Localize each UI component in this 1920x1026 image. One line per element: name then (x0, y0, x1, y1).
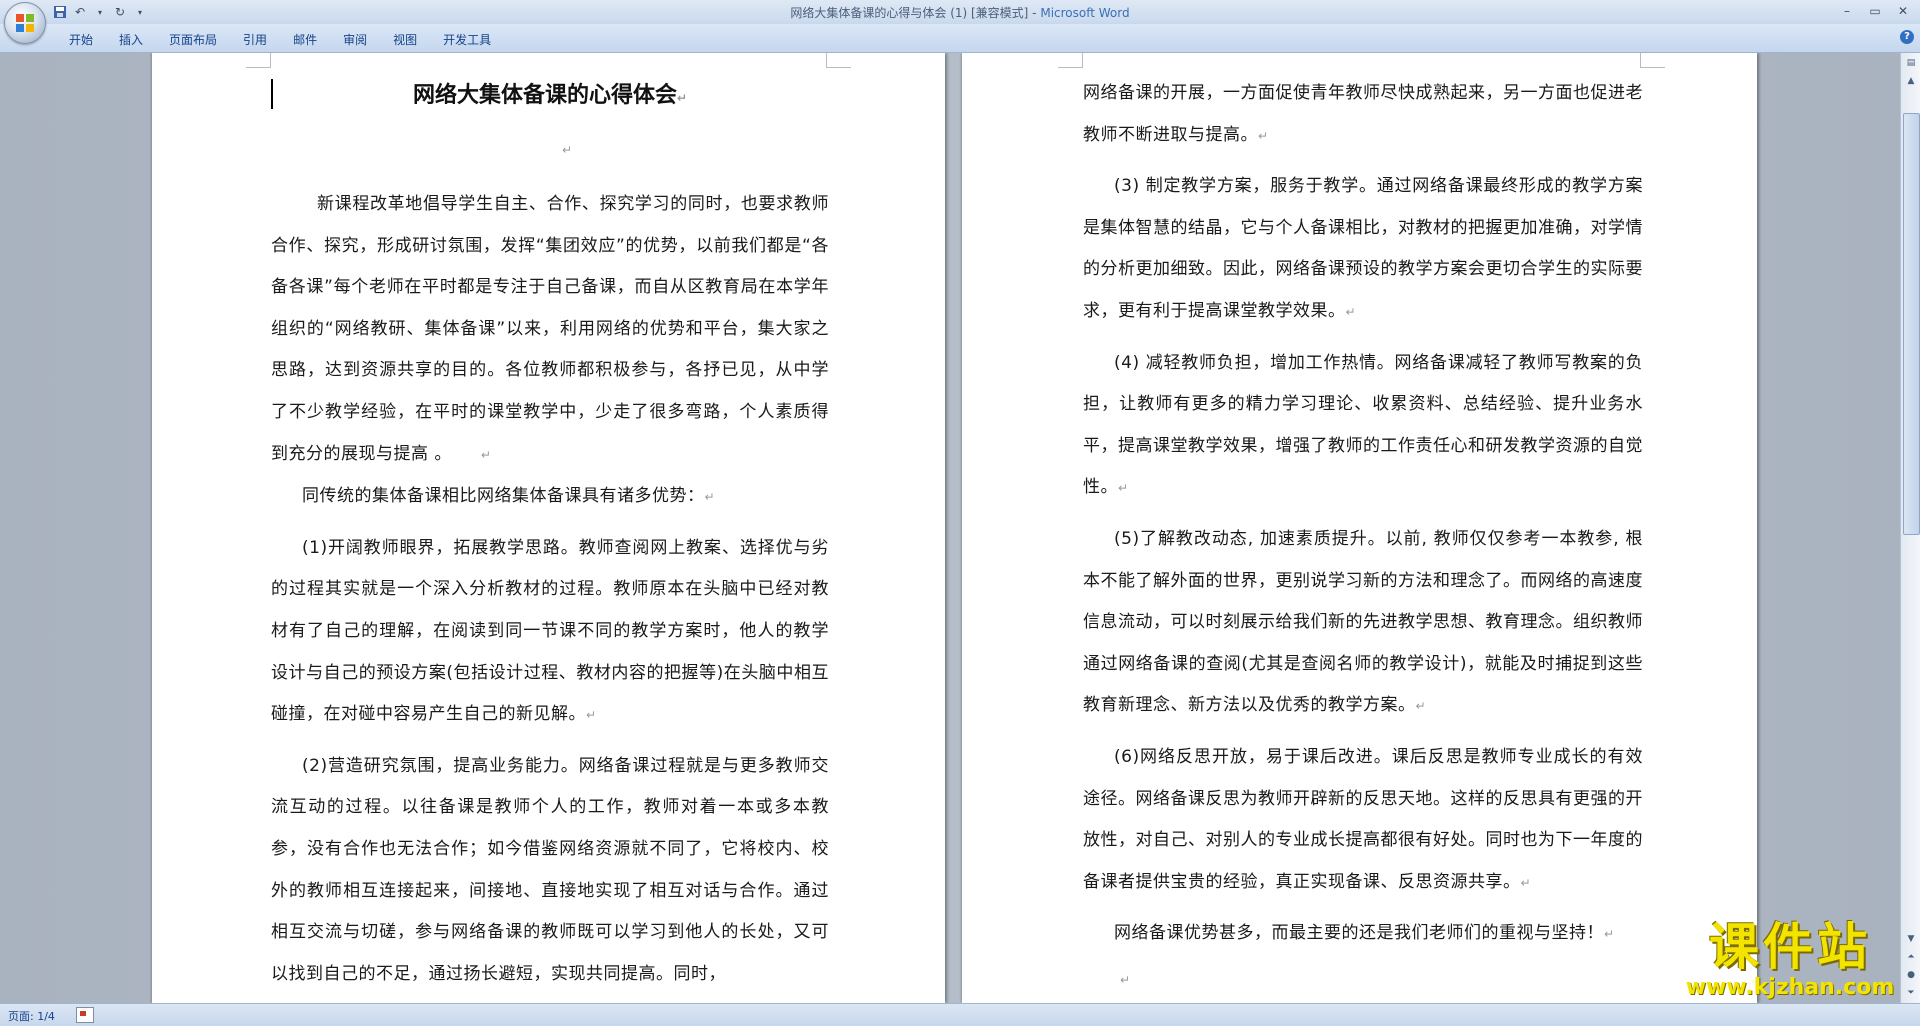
paragraph: 网络备课优势甚多，而最主要的还是我们老师们的重视与坚持！ (1114, 923, 1604, 944)
paragraph-mark-icon: ↵ (1415, 699, 1427, 714)
window-title: 网络大集体备课的心得与体会 (1) [兼容模式] - Microsoft Wor… (0, 4, 1920, 21)
paragraph-mark-icon: ↵ (676, 91, 688, 105)
page-2[interactable]: 网络备课的开展，一方面促使青年教师尽快成熟起来，另一方面也促进老教师不断进取与提… (962, 53, 1757, 1003)
paragraph: (4) 减轻教师负担，增加工作热情。网络备课减轻了教师写教案的负担，让教师有更多… (1083, 352, 1643, 498)
paragraph-mark-icon: ↵ (1604, 927, 1615, 942)
tab-page-layout[interactable]: 页面布局 (156, 29, 230, 50)
paragraph-mark-icon: ↵ (1118, 481, 1129, 496)
close-icon[interactable]: ✕ (1890, 2, 1916, 20)
document-title-text: 网络大集体备课的心得与体会 (1) [兼容模式] - (790, 6, 1037, 20)
vertical-scrollbar[interactable]: ▤ ▲ ▼ ⏶ ● ⏷ (1900, 53, 1920, 1003)
crop-mark (1058, 53, 1083, 68)
page-count-status[interactable]: 页面: 1/4 (8, 1008, 55, 1024)
window-controls: – ▭ ✕ (1834, 2, 1916, 20)
document-area: 网络大集体备课的心得体会↵ ↵ 新课程改革地倡导学生自主、合作、探究学习的同时，… (0, 53, 1900, 1003)
ribbon-tabs: 开始 插入 页面布局 引用 邮件 审阅 视图 开发工具 (56, 29, 504, 50)
tab-mailings[interactable]: 邮件 (280, 29, 330, 50)
page-1-body: 新课程改革地倡导学生自主、合作、探究学习的同时，也要求教师合作、探究，形成研讨氛… (271, 184, 829, 995)
paragraph: 网络备课的开展，一方面促使青年教师尽快成熟起来，另一方面也促进老教师不断进取与提… (1083, 83, 1643, 145)
maximize-icon[interactable]: ▭ (1862, 2, 1888, 20)
paragraph-mark-icon: ↵ (443, 447, 492, 462)
help-icon[interactable]: ? (1900, 30, 1914, 44)
tab-view[interactable]: 视图 (380, 29, 430, 50)
paragraph: (3) 制定教学方案，服务于教学。通过网络备课最终形成的教学方案是集体智慧的结晶… (1083, 176, 1643, 321)
crop-mark (826, 53, 851, 68)
paragraph-mark-icon: ↵ (704, 490, 716, 505)
paragraph: (5)了解教改动态, 加速素质提升。以前, 教师仅仅参考一本教参, 根本不能了解… (1083, 528, 1643, 716)
tab-insert[interactable]: 插入 (106, 29, 156, 50)
crop-mark (1640, 53, 1665, 68)
tab-review[interactable]: 审阅 (330, 29, 380, 50)
paragraph-mark-icon: ↵ (1520, 875, 1532, 890)
ribbon-tab-bar: 开始 插入 页面布局 引用 邮件 审阅 视图 开发工具 ? (0, 24, 1920, 53)
paragraph-mark-icon: ↵ (1345, 304, 1357, 319)
tab-references[interactable]: 引用 (230, 29, 280, 50)
paragraph-mark-icon: ↵ (1258, 128, 1269, 143)
tab-developer[interactable]: 开发工具 (430, 29, 504, 50)
page-2-body: 网络备课的开展，一方面促使青年教师尽快成熟起来，另一方面也促进老教师不断进取与提… (1083, 73, 1643, 956)
scrollbar-thumb[interactable] (1903, 113, 1920, 535)
paragraph-mark-icon: ↵ (562, 143, 573, 157)
page-1[interactable]: 网络大集体备课的心得体会↵ ↵ 新课程改革地倡导学生自主、合作、探究学习的同时，… (152, 53, 945, 1003)
paragraph-mark-icon: ↵ (586, 708, 597, 723)
document-heading: 网络大集体备课的心得体会↵ (271, 77, 829, 109)
paragraph-mark-icon: ↵ (1120, 973, 1131, 987)
tab-home[interactable]: 开始 (56, 29, 106, 50)
scroll-up-icon[interactable]: ▲ (1903, 73, 1919, 89)
ruler-toggle-icon[interactable]: ▤ (1903, 55, 1919, 71)
crop-mark (246, 53, 271, 68)
status-bar: 页面: 1/4 (0, 1003, 1920, 1026)
title-bar: ↶ ▾ ↻ ▾ 网络大集体备课的心得与体会 (1) [兼容模式] - Micro… (0, 0, 1920, 25)
paragraph: (2)营造研究氛围，提高业务能力。网络备课过程就是与更多教师交流互动的过程。以往… (271, 755, 829, 984)
paragraph: (1)开阔教师眼界，拓展教学思路。教师查阅网上教案、选择优与劣的过程其实就是一个… (271, 537, 829, 725)
app-name: Microsoft Word (1040, 6, 1130, 20)
document-heading-text: 网络大集体备课的心得体会 (412, 83, 677, 108)
paragraph: 同传统的集体备课相比网络集体备课具有诸多优势： (302, 486, 705, 507)
office-logo-icon (16, 14, 34, 32)
proofing-icon[interactable] (76, 1007, 94, 1023)
paragraph: 新课程改革地倡导学生自主、合作、探究学习的同时，也要求教师合作、探究，形成研讨氛… (271, 194, 829, 464)
minimize-icon[interactable]: – (1834, 2, 1860, 20)
paragraph: (6)网络反思开放，易于课后改进。课后反思是教师专业成长的有效途径。网络备课反思… (1083, 746, 1643, 892)
watermark-logo: 课件站 www.kjzhan.com (1670, 918, 1910, 1002)
watermark-url: www.kjzhan.com (1685, 975, 1895, 1000)
office-button[interactable] (4, 2, 46, 44)
watermark-text: 课件站 (1709, 918, 1871, 976)
